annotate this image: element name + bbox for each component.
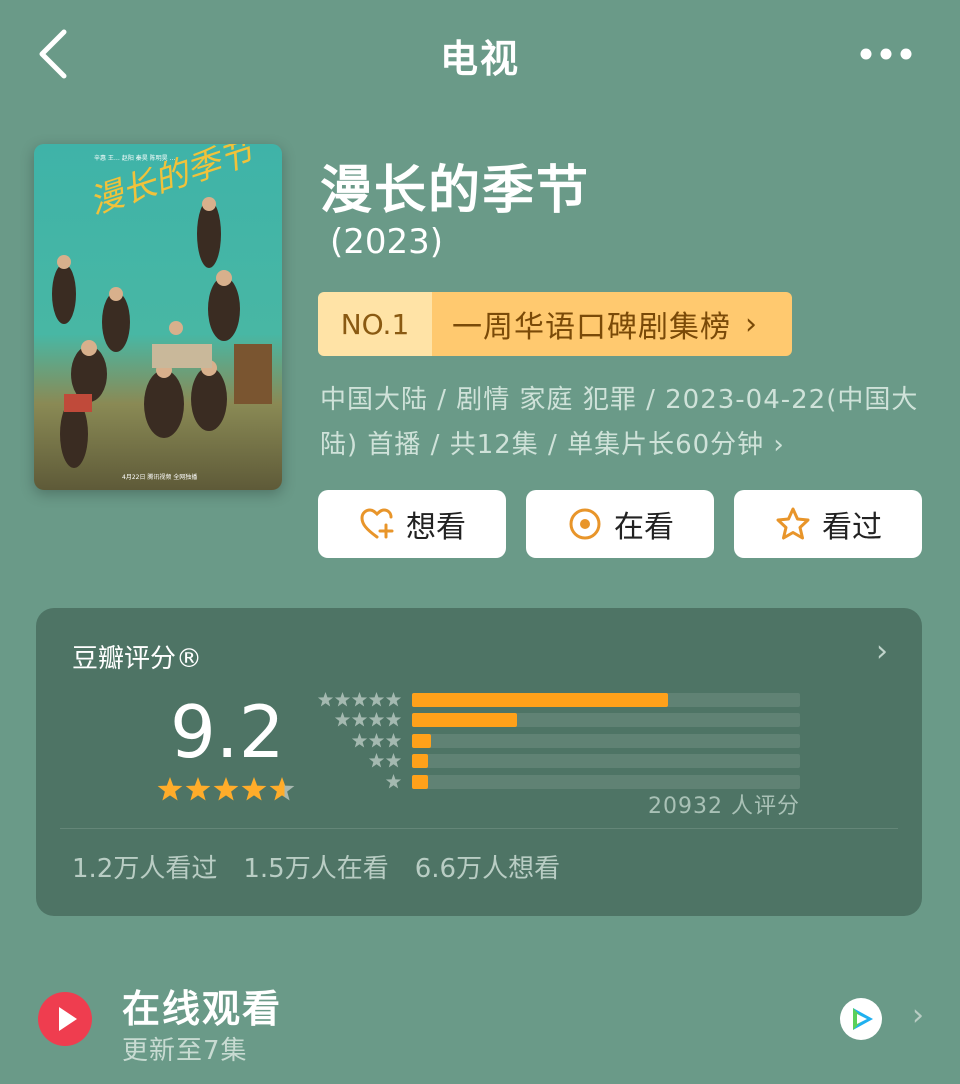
stat-watching: 1.5万人在看 [243, 854, 389, 884]
play-icon [59, 1007, 77, 1031]
distribution-track [412, 733, 800, 748]
watching-button[interactable]: 在看 [526, 490, 714, 558]
score-star-3 [213, 777, 239, 801]
poster-image[interactable]: 漫长的季节 辛惠 王… 赵阳 秦昊 陈明昊 … 4月22日 腾讯视频 全网独播 [34, 144, 282, 490]
distribution-stars-2 [368, 753, 402, 768]
rating-stars [157, 777, 295, 801]
distribution-bar-3-star [412, 733, 432, 748]
distribution-star [368, 753, 385, 768]
distribution-bar-5-star [412, 693, 669, 707]
chevron-right-icon: › [912, 998, 924, 1033]
poster-release-line: 4月22日 腾讯视频 全网独播 [122, 473, 197, 481]
want-to-watch-button[interactable]: 想看 [318, 490, 506, 558]
divider [60, 828, 898, 829]
more-button[interactable] [860, 46, 912, 60]
distribution-row-4-star [312, 710, 806, 730]
distribution-bar-2-star [412, 754, 428, 769]
distribution-star [385, 692, 402, 707]
distribution-star [368, 712, 385, 727]
distribution-star [385, 712, 402, 727]
action-buttons: 想看 在看 看过 [318, 490, 922, 558]
score-star-4 [241, 777, 267, 801]
distribution-star [368, 732, 385, 748]
chevron-right-icon: › [773, 430, 785, 460]
distribution-stars-1 [385, 773, 402, 789]
rating-votes: 20932 人评分 [648, 794, 800, 819]
watching-label: 在看 [614, 510, 674, 545]
chevron-right-icon[interactable]: › [876, 634, 888, 669]
distribution-star [368, 692, 385, 707]
distribution-track [412, 713, 800, 728]
distribution-bar-1-star [412, 774, 428, 789]
watched-button[interactable]: 看过 [734, 490, 922, 558]
distribution-star [385, 753, 402, 768]
score-star-2 [185, 777, 211, 801]
rating-label: 豆瓣评分® [72, 644, 203, 674]
rank-badge[interactable]: NO.1 一周华语口碑剧集榜 › [318, 292, 792, 356]
poster-cast-line: 辛惠 王… 赵阳 秦昊 陈明昊 … [94, 154, 176, 162]
online-watch-subtitle: 更新至7集 [122, 1036, 248, 1066]
chevron-right-icon: › [745, 306, 758, 342]
distribution-track [412, 754, 800, 769]
online-watch-title: 在线观看 [122, 987, 283, 1031]
subject-year: (2023) [330, 222, 444, 262]
distribution-stars-4 [334, 712, 402, 727]
heart-plus-icon [360, 508, 394, 539]
rating-card[interactable]: 豆瓣评分® › 9.2 20932 人评分 1.2万人看过 1.5万人在看 6.… [36, 608, 922, 916]
distribution-track [412, 774, 800, 789]
score-star-1 [157, 777, 183, 801]
stat-watched: 1.2万人看过 [72, 854, 218, 884]
distribution-star [385, 732, 402, 748]
distribution-star [351, 732, 368, 748]
distribution-star [351, 692, 368, 707]
more-dots-icon [860, 48, 912, 60]
online-watch-row[interactable]: 在线观看 更新至7集 › [0, 960, 960, 1070]
meta-line-2-text: 陆) 首播 / 共12集 / 单集片长60分钟 [320, 430, 765, 460]
rating-distribution [312, 690, 806, 792]
distribution-stars-3 [351, 732, 402, 748]
meta-line-1: 中国大陆 / 剧情 家庭 犯罪 / 2023-04-22(中国大 [320, 385, 919, 415]
distribution-row-3-star [312, 731, 806, 751]
subject-meta[interactable]: 中国大陆 / 剧情 家庭 犯罪 / 2023-04-22(中国大 陆) 首播 /… [320, 378, 930, 468]
distribution-star [334, 712, 351, 727]
distribution-stars-5 [317, 692, 402, 707]
distribution-bar-4-star [412, 713, 517, 728]
distribution-star [334, 692, 351, 707]
distribution-row-5-star [312, 690, 806, 710]
navbar: 电视 [0, 0, 960, 110]
play-button[interactable] [38, 992, 92, 1046]
rank-number: NO.1 [318, 292, 432, 356]
distribution-row-2-star [312, 751, 806, 771]
tencent-video-icon [840, 998, 882, 1040]
rank-name: 一周华语口碑剧集榜 › [432, 292, 792, 356]
subject-title: 漫长的季节 [320, 161, 591, 221]
score-star-5 [269, 777, 295, 801]
rating-stats: 1.2万人看过 1.5万人在看 6.6万人想看 [72, 848, 560, 885]
stat-want: 6.6万人想看 [414, 854, 561, 884]
distribution-star [385, 773, 402, 789]
target-circle-icon [569, 508, 601, 540]
want-to-watch-label: 想看 [406, 510, 466, 545]
rank-name-label: 一周华语口碑剧集榜 [452, 310, 731, 345]
distribution-star [317, 692, 334, 707]
watched-label: 看过 [822, 510, 882, 545]
meta-line-2: 陆) 首播 / 共12集 / 单集片长60分钟 › [320, 423, 930, 468]
distribution-star [351, 712, 368, 727]
page-title: 电视 [439, 37, 520, 81]
distribution-track [412, 693, 800, 707]
star-outline-icon [776, 507, 810, 540]
rating-score: 9.2 [170, 690, 285, 774]
